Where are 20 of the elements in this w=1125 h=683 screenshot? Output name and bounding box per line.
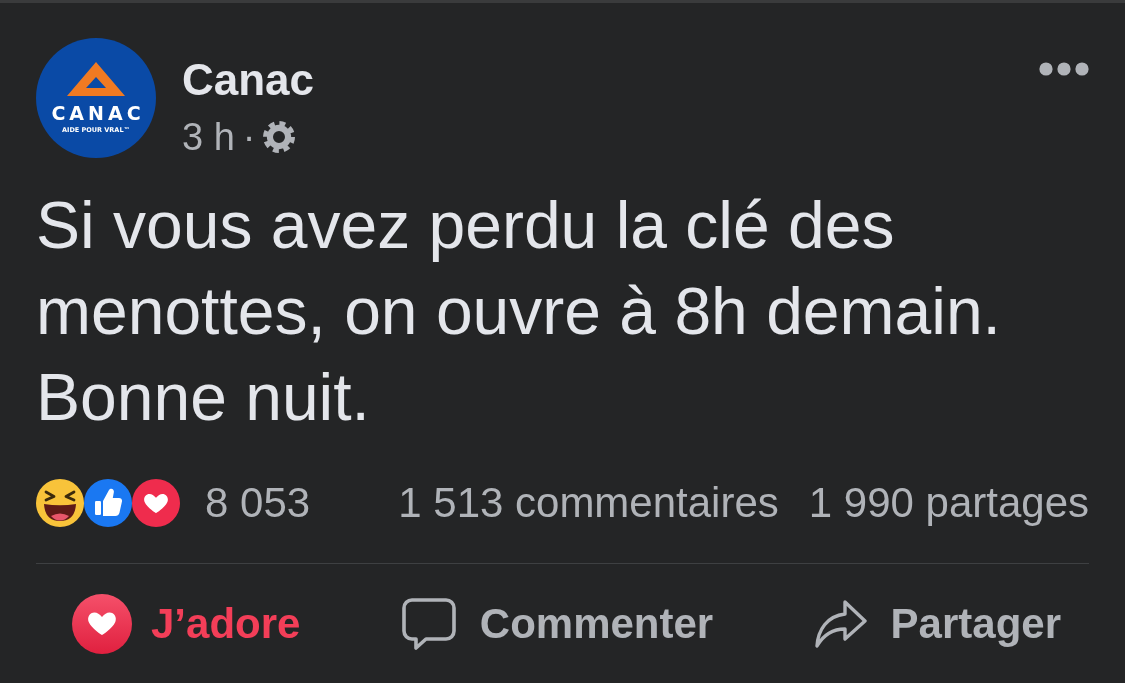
- speech-bubble-icon: [401, 597, 456, 651]
- more-icon: [1039, 62, 1089, 76]
- share-button[interactable]: Partager: [814, 594, 1061, 654]
- comment-count[interactable]: 1 513 commentaires: [398, 479, 779, 527]
- post-time[interactable]: 3 h: [182, 115, 235, 159]
- heart-emoji-icon: [132, 479, 180, 527]
- thumbs-up-emoji-icon: [84, 479, 132, 527]
- separator-dot: ·: [242, 115, 256, 159]
- gear-icon: [263, 121, 296, 153]
- post-text: Si vous avez perdu la clé des menottes, on ouvre à 8h demain. Bonne nuit.: [36, 187, 1002, 436]
- love-button[interactable]: J’adore: [72, 594, 301, 654]
- logo-wordmark: CANAC: [51, 105, 145, 122]
- laughing-emoji-icon: [36, 479, 84, 527]
- page-name[interactable]: Canac: [182, 55, 315, 105]
- more-options-button[interactable]: [1039, 62, 1089, 76]
- comment-button[interactable]: Commenter: [401, 594, 714, 654]
- reaction-count[interactable]: 8 053: [205, 479, 311, 527]
- triangle-logo-icon: [67, 62, 125, 96]
- share-arrow-icon: [814, 600, 867, 648]
- share-count[interactable]: 1 990 partages: [808, 479, 1089, 527]
